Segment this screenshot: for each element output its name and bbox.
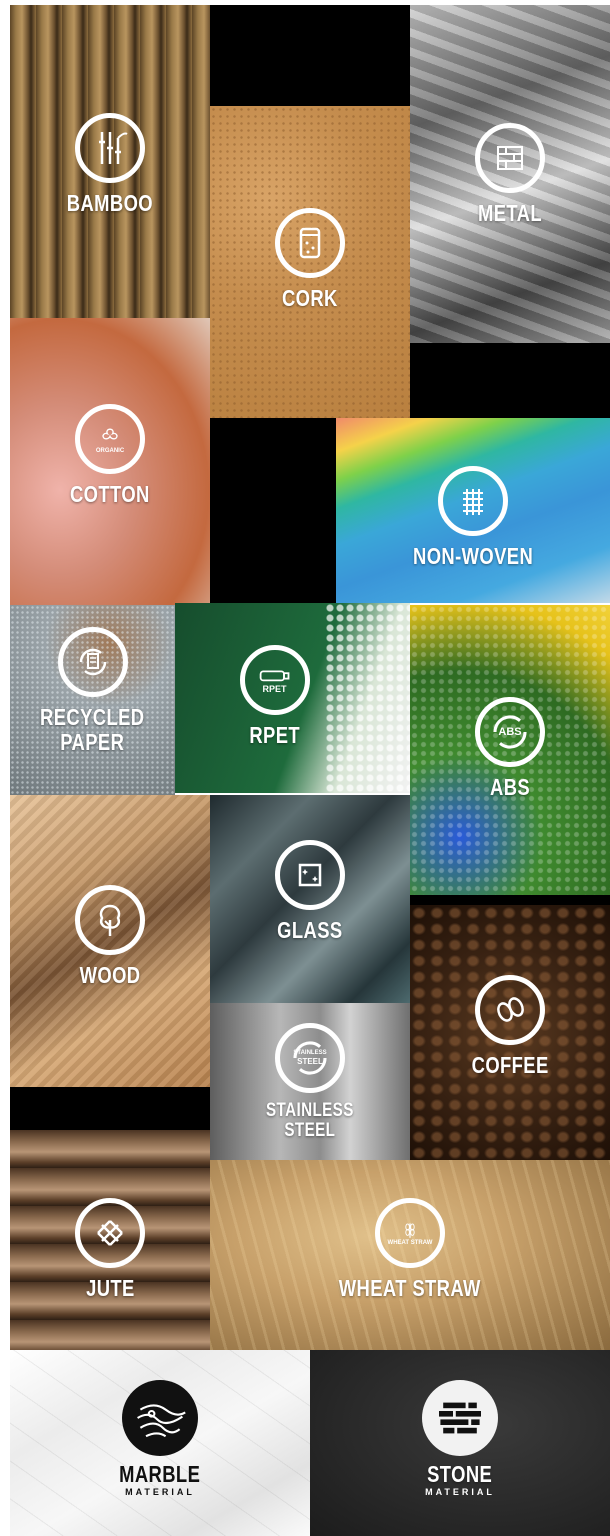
coffee-tile[interactable]: COFFEE xyxy=(410,905,610,1160)
bamboo-icon xyxy=(75,113,145,183)
bamboo-label: BAMBOO xyxy=(66,190,154,216)
marble-tile[interactable]: MARBLE MATERIAL xyxy=(10,1350,310,1536)
jute-label: JUTE xyxy=(85,1275,135,1301)
rpet-label: RPET xyxy=(249,722,300,748)
abs-recycle-icon: ABS xyxy=(475,697,545,767)
abs-label: ABS xyxy=(489,774,531,800)
stainless-label: STAINLESS STEEL xyxy=(266,1100,354,1141)
wheat-label: WHEAT STRAW xyxy=(338,1275,482,1301)
black-fill xyxy=(210,418,336,603)
black-fill xyxy=(410,895,610,905)
bamboo-tile[interactable]: BAMBOO xyxy=(10,5,210,318)
cork-tile[interactable]: CORK xyxy=(210,106,410,418)
black-fill xyxy=(410,343,610,418)
stone-icon xyxy=(422,1380,498,1456)
marble-sub: MATERIAL xyxy=(125,1487,195,1497)
black-fill xyxy=(10,1087,210,1130)
glass-label: GLASS xyxy=(277,917,343,943)
rpet-bottle-icon: RPET xyxy=(239,645,310,715)
rpet-badge: RPET xyxy=(262,684,287,694)
marble-label: MARBLE xyxy=(119,1461,201,1487)
jute-tile[interactable]: JUTE xyxy=(10,1130,210,1350)
metal-tile[interactable]: METAL xyxy=(410,5,610,343)
cotton-badge: ORGANIC xyxy=(95,448,125,454)
cork-label: CORK xyxy=(282,285,338,311)
black-fill xyxy=(210,5,410,106)
wheat-straw-icon: WHEAT STRAW xyxy=(375,1198,445,1268)
wood-tile[interactable]: WOOD xyxy=(10,795,210,1087)
stone-sub: MATERIAL xyxy=(425,1487,495,1497)
rpet-tile[interactable]: RPET RPET xyxy=(175,603,410,793)
woven-mesh-icon xyxy=(438,466,508,536)
nonwoven-tile[interactable]: NON-WOVEN xyxy=(336,418,610,603)
cotton-organic-icon: ORGANIC xyxy=(75,404,145,474)
metal-icon xyxy=(475,123,545,193)
jute-weave-icon xyxy=(75,1198,145,1268)
recycled-paper-icon xyxy=(57,627,128,697)
nonwoven-label: NON-WOVEN xyxy=(412,543,534,569)
wood-label: WOOD xyxy=(79,962,141,988)
coffee-label: COFFEE xyxy=(471,1052,549,1078)
recycled-paper-tile[interactable]: RECYCLED PAPER xyxy=(10,605,175,795)
metal-label: METAL xyxy=(477,200,542,226)
stone-tile[interactable]: STONE MATERIAL xyxy=(310,1350,610,1536)
wheat-badge: WHEAT STRAW xyxy=(387,1240,433,1246)
glass-tile[interactable]: GLASS xyxy=(210,795,410,1003)
marble-icon xyxy=(122,1380,198,1456)
tree-icon xyxy=(75,885,145,955)
abs-tile[interactable]: ABS ABS xyxy=(410,605,610,895)
recycled-paper-label: RECYCLED PAPER xyxy=(40,704,145,755)
stainless-tile[interactable]: STAINLESS STEEL STAINLESS STEEL xyxy=(210,1003,410,1160)
coffee-bean-icon xyxy=(475,975,545,1045)
cotton-label: COTTON xyxy=(70,481,150,507)
cork-jar-icon xyxy=(275,208,345,278)
cotton-tile[interactable]: ORGANIC COTTON xyxy=(10,318,210,605)
stainless-steel-icon: STAINLESS STEEL xyxy=(275,1023,345,1093)
wheat-tile[interactable]: WHEAT STRAW WHEAT STRAW xyxy=(210,1160,610,1350)
stone-label: STONE xyxy=(427,1461,493,1487)
glass-icon xyxy=(275,840,345,910)
